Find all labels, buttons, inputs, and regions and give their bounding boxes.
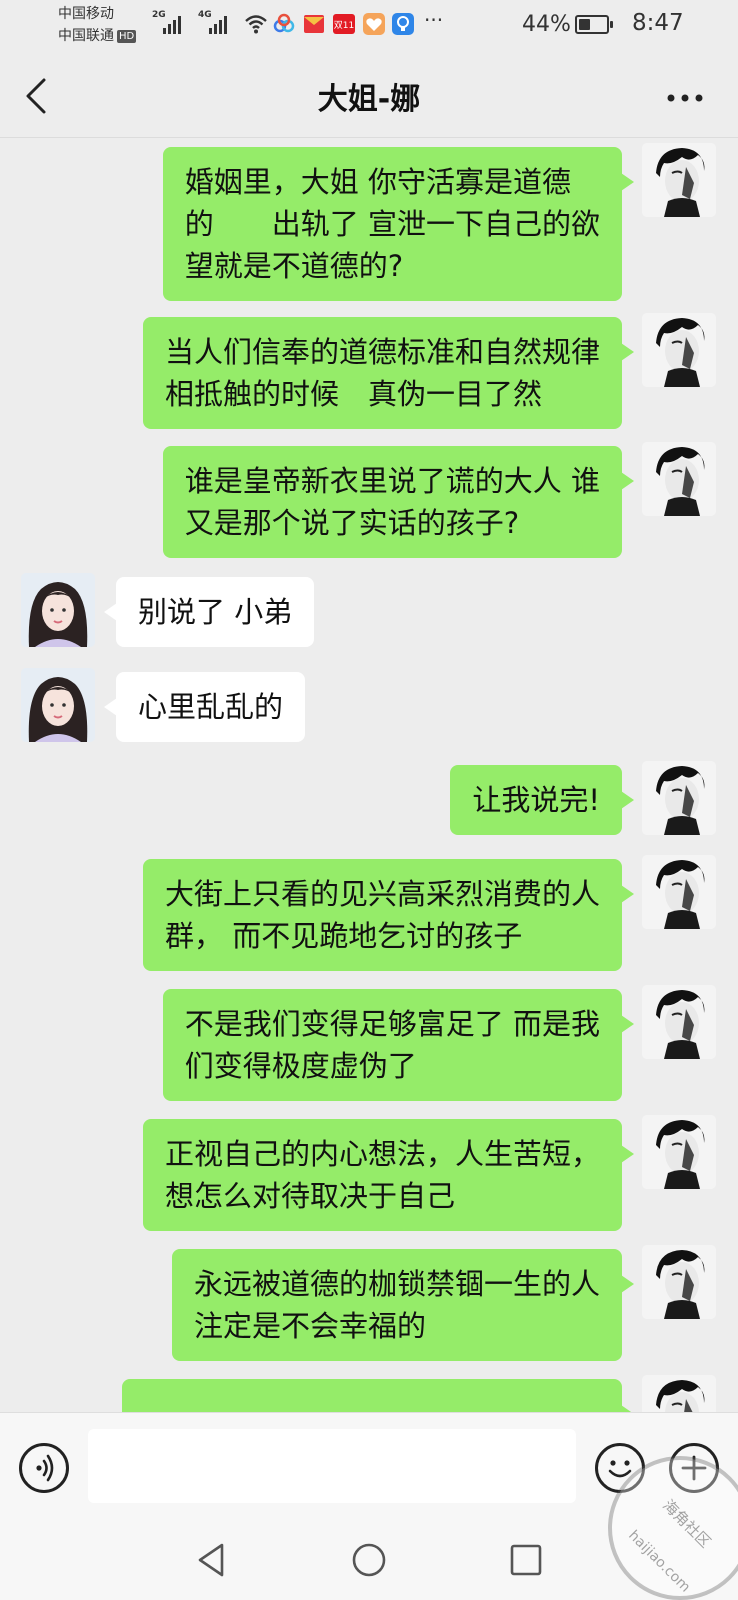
nav-recents-icon	[510, 1544, 542, 1576]
message-bubble[interactable]: 永远被道德的枷锁禁锢一生的人 注定是不会幸福的	[171, 1249, 635, 1361]
message-text: 别说了 小弟	[138, 595, 293, 629]
more-button[interactable]	[660, 80, 710, 116]
my-avatar[interactable]	[642, 143, 716, 217]
more-notifications-icon: ···	[424, 8, 444, 32]
system-nav-bar	[0, 1520, 738, 1600]
red-envelope-icon	[304, 15, 324, 33]
message-bubble[interactable]: 大街上只看的见兴高采烈消费的人 群， 而不见跪地乞讨的孩子	[142, 859, 635, 971]
bulb-app-icon	[392, 13, 414, 35]
my-avatar[interactable]	[642, 313, 716, 387]
my-avatar[interactable]	[642, 1375, 716, 1412]
message-bubble[interactable]	[122, 1379, 634, 1412]
message-bubble[interactable]: 当人们信奉的道德标准和自然规律 相抵触的时候 真伪一目了然	[142, 317, 635, 429]
carrier-1: 中国移动	[58, 6, 114, 22]
cloud-app-icon	[273, 13, 295, 33]
nav-recents-button[interactable]	[504, 1538, 548, 1582]
battery-icon	[575, 15, 613, 34]
voice-icon	[36, 1454, 54, 1482]
message-bubble[interactable]: 正视自己的内心想法，人生苦短， 想怎么对待取决于自己	[142, 1119, 635, 1231]
message-bubble[interactable]: 别说了 小弟	[103, 577, 315, 647]
message-text: 谁是皇帝新衣里说了谎的大人 谁 又是那个说了实话的孩子?	[184, 464, 600, 540]
message-text: 心里乱乱的	[138, 690, 284, 724]
message-text: 正视自己的内心想法，人生苦短， 想怎么对待取决于自己	[164, 1137, 600, 1213]
my-avatar[interactable]	[642, 1245, 716, 1319]
message-text: 永远被道德的枷锁禁锢一生的人 注定是不会幸福的	[193, 1267, 600, 1343]
input-bar	[0, 1412, 738, 1520]
message-bubble[interactable]: 谁是皇帝新衣里说了谎的大人 谁 又是那个说了实话的孩子?	[162, 446, 635, 558]
my-avatar[interactable]	[642, 855, 716, 929]
emoji-icon	[608, 1460, 632, 1478]
nav-back-button[interactable]	[190, 1538, 234, 1582]
my-avatar[interactable]	[642, 442, 716, 516]
my-avatar[interactable]	[642, 761, 716, 835]
message-bubble[interactable]: 不是我们变得足够富足了 而是我 们变得极度虚伪了	[162, 989, 635, 1101]
voice-button[interactable]	[19, 1443, 69, 1493]
my-avatar[interactable]	[642, 985, 716, 1059]
more-dots-icon	[667, 94, 703, 102]
chat-header: 大姐-娜	[0, 50, 738, 138]
chat-title: 大姐-娜	[317, 82, 421, 117]
nav-home-button[interactable]	[347, 1538, 391, 1582]
nav-back-icon	[198, 1543, 224, 1577]
message-text: 婚姻里，大姐 你守活寡是道德 的 出轨了 宣泄一下自己的欲 望就是不道德的?	[184, 165, 600, 283]
status-time: 8:47	[632, 10, 684, 36]
message-text: 不是我们变得足够富足了 而是我 们变得极度虚伪了	[184, 1007, 600, 1083]
shopping-badge-text: 双11	[334, 20, 354, 31]
nav-home-icon	[352, 1543, 386, 1577]
message-text: 当人们信奉的道德标准和自然规律 相抵触的时候 真伪一目了然	[164, 335, 600, 411]
message-bubble[interactable]: 让我说完!	[450, 765, 634, 835]
message-bubble[interactable]: 心里乱乱的	[103, 672, 306, 742]
hd-badge: HD	[117, 30, 137, 43]
health-app-icon	[363, 13, 385, 35]
contact-avatar[interactable]	[21, 573, 95, 647]
emoji-button[interactable]	[595, 1443, 645, 1493]
carrier-2-label: 中国联通	[58, 28, 114, 44]
carrier-2: 中国联通 HD	[58, 28, 137, 44]
message-text: 大街上只看的见兴高采烈消费的人 群， 而不见跪地乞讨的孩子	[164, 877, 600, 953]
more-functions-button[interactable]	[669, 1443, 719, 1493]
message-text: 让我说完!	[472, 783, 600, 817]
message-bubble[interactable]: 婚姻里，大姐 你守活寡是道德 的 出轨了 宣泄一下自己的欲 望就是不道德的?	[162, 147, 635, 301]
message-list[interactable]: 婚姻里，大姐 你守活寡是道德 的 出轨了 宣泄一下自己的欲 望就是不道德的? 当…	[0, 139, 738, 1412]
my-avatar[interactable]	[642, 1115, 716, 1189]
plus-icon	[681, 1455, 707, 1481]
message-input[interactable]	[88, 1429, 576, 1503]
battery-percent: 44%	[522, 12, 571, 37]
battery-fill	[579, 19, 590, 30]
contact-avatar[interactable]	[21, 668, 95, 742]
wifi-icon	[245, 15, 267, 34]
status-bar: 中国移动 中国联通 HD 2G 4G 双11 ··· 44% 8:47	[0, 0, 738, 50]
shopping-badge-icon: 双11	[333, 14, 355, 34]
